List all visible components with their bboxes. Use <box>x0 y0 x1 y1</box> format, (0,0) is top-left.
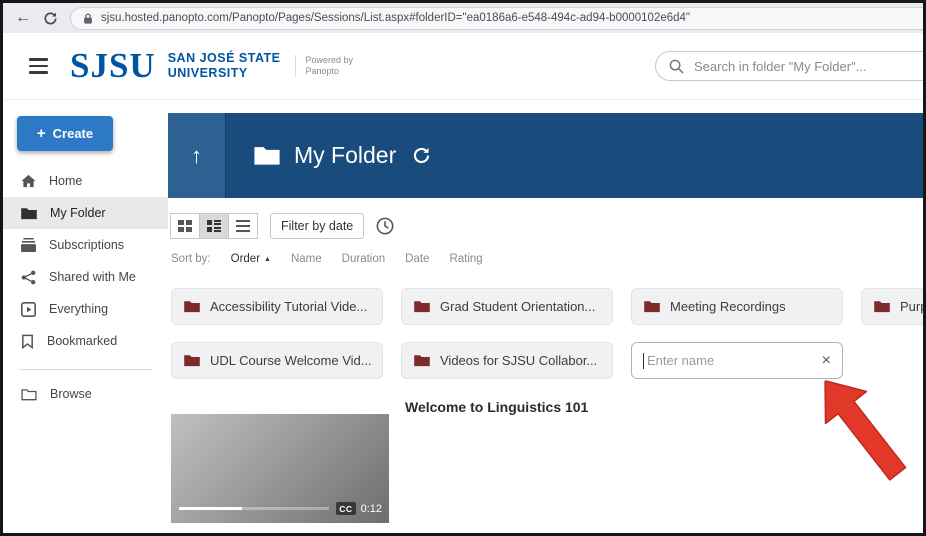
tile-view-button[interactable] <box>199 213 229 239</box>
list-view-button[interactable] <box>228 213 258 239</box>
banner-folder-icon <box>254 145 280 166</box>
sort-option-duration[interactable]: Duration <box>342 253 385 265</box>
folder-card[interactable]: Videos for SJSU Collabor... <box>401 342 613 379</box>
sidebar-item-home[interactable]: Home <box>3 165 168 197</box>
clock-icon <box>376 217 394 235</box>
sidebar-item-bookmarked[interactable]: Bookmarked <box>3 325 168 357</box>
cancel-new-folder-icon[interactable]: × <box>822 353 831 369</box>
video-duration: 0:12 <box>361 503 382 515</box>
browse-folder-icon <box>21 388 37 401</box>
subscriptions-icon <box>21 238 36 252</box>
sidebar-item-everything[interactable]: Everything <box>3 293 168 325</box>
bookmark-icon <box>21 334 34 349</box>
sidebar-item-subscriptions[interactable]: Subscriptions <box>3 229 168 261</box>
plus-icon: + <box>37 125 46 142</box>
folder-card[interactable]: Grad Student Orientation... <box>401 288 613 325</box>
video-progress-played <box>179 507 242 510</box>
up-arrow-icon: ↑ <box>191 143 202 169</box>
banner-refresh-icon[interactable] <box>412 146 431 165</box>
app-window: ← sjsu.hosted.panopto.com/Panopto/Pages/… <box>0 0 926 536</box>
sidebar-divider <box>19 369 152 370</box>
new-folder-name-input[interactable]: Enter name × <box>631 342 843 379</box>
sort-asc-icon: ▲ <box>264 256 271 263</box>
folder-icon <box>414 354 430 367</box>
sidebar-item-shared-with-me[interactable]: Shared with Me <box>3 261 168 293</box>
new-folder-placeholder: Enter name <box>647 353 822 368</box>
sjsu-logo: SJSU <box>70 46 156 86</box>
back-icon[interactable]: ← <box>15 10 31 26</box>
sort-bar: Sort by: Order ▲ Name Duration Date Rati… <box>171 253 483 265</box>
url-text: sjsu.hosted.panopto.com/Panopto/Pages/Se… <box>101 12 690 24</box>
parent-folder-button[interactable]: ↑ <box>168 113 226 198</box>
university-wordmark: SAN JOSÉ STATE UNIVERSITY <box>168 51 281 81</box>
folder-icon <box>21 207 37 220</box>
folder-card[interactable]: Accessibility Tutorial Vide... <box>171 288 383 325</box>
folder-icon <box>414 300 430 313</box>
everything-icon <box>21 302 36 317</box>
grid-view-icon <box>178 220 192 232</box>
filter-by-date-button[interactable]: Filter by date <box>270 213 364 239</box>
sort-option-date[interactable]: Date <box>405 253 429 265</box>
address-bar[interactable]: sjsu.hosted.panopto.com/Panopto/Pages/Se… <box>70 7 926 30</box>
folder-title: My Folder <box>294 142 396 169</box>
history-button[interactable] <box>376 217 394 235</box>
powered-by-label: Powered by Panopto <box>295 55 354 77</box>
tile-view-icon <box>207 220 221 232</box>
folder-card[interactable]: UDL Course Welcome Vid... <box>171 342 383 379</box>
sidebar-item-browse[interactable]: Browse <box>3 378 168 410</box>
folder-icon <box>184 354 200 367</box>
browser-toolbar: ← sjsu.hosted.panopto.com/Panopto/Pages/… <box>3 3 923 34</box>
text-caret <box>643 353 644 369</box>
folder-icon <box>184 300 200 313</box>
sidebar-item-my-folder[interactable]: My Folder <box>3 197 168 229</box>
sort-option-rating[interactable]: Rating <box>449 253 482 265</box>
sort-option-name[interactable]: Name <box>291 253 322 265</box>
video-thumbnail[interactable]: CC 0:12 <box>171 414 389 523</box>
sort-option-order[interactable]: Order ▲ <box>231 253 271 265</box>
share-icon <box>21 270 36 285</box>
folder-banner: ↑ My Folder <box>168 113 923 198</box>
folder-icon <box>644 300 660 313</box>
folder-icon <box>874 300 890 313</box>
folder-card[interactable]: Meeting Recordings <box>631 288 843 325</box>
lock-icon <box>82 12 94 25</box>
refresh-icon[interactable] <box>43 11 58 26</box>
menu-icon[interactable] <box>29 58 48 73</box>
search-icon <box>669 59 684 74</box>
folder-card[interactable]: Purp <box>861 288 926 325</box>
annotation-arrow <box>801 362 922 494</box>
sort-by-label: Sort by: <box>171 253 211 265</box>
video-progress-bar <box>179 507 329 510</box>
home-icon <box>21 174 36 188</box>
sidebar: + Create Home My Folder Subscriptions Sh… <box>3 100 168 533</box>
view-toolbar: Filter by date <box>171 213 394 239</box>
search-input[interactable] <box>692 58 926 75</box>
grid-view-button[interactable] <box>170 213 200 239</box>
video-title[interactable]: Welcome to Linguistics 101 <box>405 399 588 415</box>
create-button[interactable]: + Create <box>17 116 113 151</box>
search-box <box>655 51 926 81</box>
app-header: SJSU SAN JOSÉ STATE UNIVERSITY Powered b… <box>3 33 923 100</box>
list-view-icon <box>236 220 250 232</box>
view-toggle-group <box>171 213 258 239</box>
captions-badge: CC <box>336 502 355 515</box>
